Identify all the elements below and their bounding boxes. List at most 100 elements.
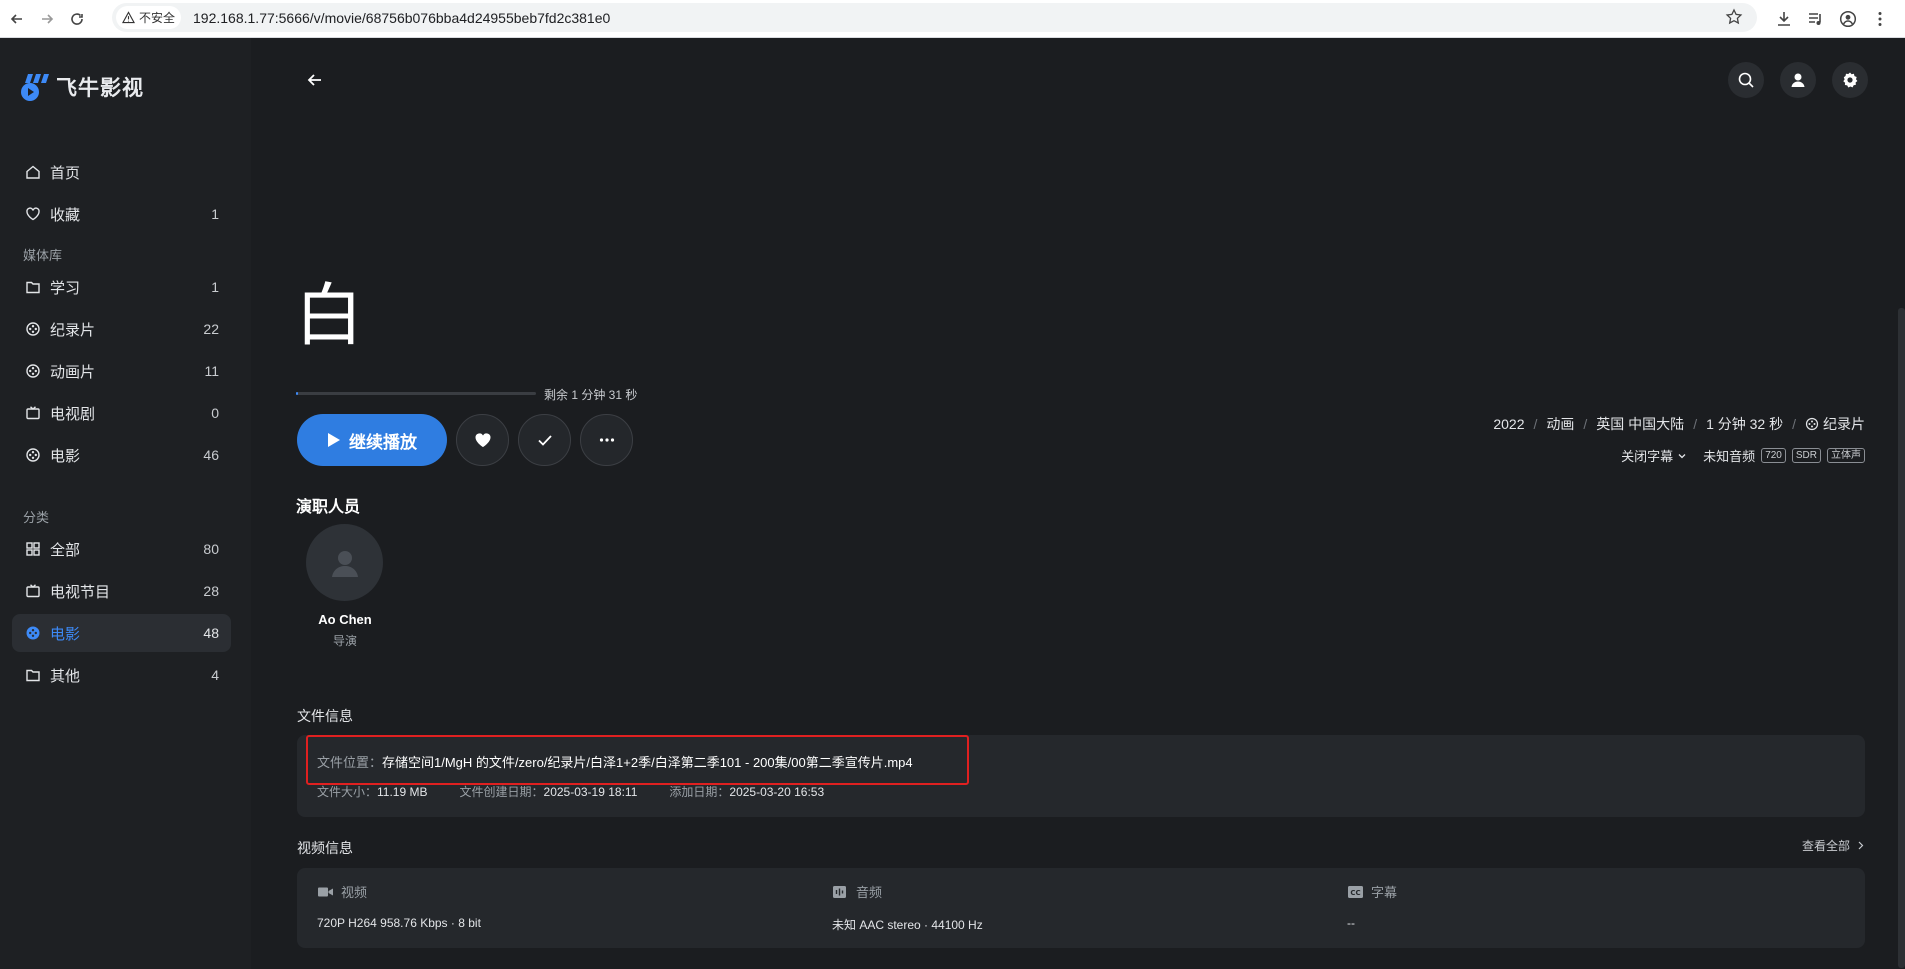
meta-separator: / (1693, 416, 1698, 432)
grid-icon (24, 540, 42, 558)
movie-meta: 2022 / 动画 / 英国 中国大陆 / 1 分钟 32 秒 / 纪录片 (1493, 414, 1865, 434)
file-created-value: 2025-03-19 18:11 (543, 785, 638, 799)
sidebar-item-count: 11 (204, 363, 219, 379)
back-button[interactable] (301, 66, 329, 94)
video-stream-info: 视频 720P H264 958.76 Kbps · 8 bit (317, 882, 481, 930)
video-info-heading: 视频信息 (297, 840, 353, 856)
folder-icon (24, 666, 42, 684)
sidebar-item-home[interactable]: 首页 (12, 153, 231, 191)
audio-value: 未知 AAC stereo · 44100 Hz (832, 918, 983, 932)
address-bar[interactable]: 不安全 192.168.1.77:5666/v/movie/68756b076b… (112, 3, 1757, 32)
app-name: 飞牛影视 (56, 77, 144, 100)
sidebar-item-study[interactable]: 学习 1 (12, 268, 231, 306)
sidebar-item-label: 首页 (50, 164, 81, 182)
play-label: 继续播放 (349, 432, 417, 452)
file-info-heading: 文件信息 (297, 708, 353, 724)
sidebar-item-all[interactable]: 全部 80 (12, 530, 231, 568)
meta-duration: 1 分钟 32 秒 (1706, 416, 1784, 432)
remaining-time: 剩余 1 分钟 31 秒 (544, 388, 638, 402)
audio-channel-badge: 立体声 (1827, 448, 1865, 463)
more-vertical-icon[interactable] (1871, 10, 1889, 28)
file-size-label: 文件大小： (317, 785, 378, 799)
reload-icon[interactable] (64, 6, 90, 32)
check-icon (537, 435, 552, 446)
sidebar-item-other[interactable]: 其他 4 (12, 656, 231, 694)
sidebar-item-animation[interactable]: 动画片 11 (12, 352, 231, 390)
video-info-panel: 视频 720P H264 958.76 Kbps · 8 bit 音频 未知 A… (297, 868, 1865, 948)
page-scrollbar[interactable] (1898, 308, 1905, 968)
film-reel-icon (24, 320, 42, 338)
sidebar-item-label: 电影 (50, 447, 81, 465)
logo-icon (21, 74, 49, 101)
arrow-left-icon (307, 74, 321, 86)
sidebar-item-count: 28 (203, 583, 219, 599)
audio-label: 音频 (856, 885, 883, 900)
security-label: 不安全 (139, 11, 176, 25)
sidebar-item-tv-shows[interactable]: 电视节目 28 (12, 572, 231, 610)
search-icon (1738, 72, 1754, 88)
sidebar-item-count: 48 (203, 625, 219, 641)
annotation-highlight-box (306, 735, 969, 785)
file-size-value: 11.19 MB (377, 785, 428, 799)
sidebar: 飞牛影视 首页 收藏 1 媒体库 学习 1 纪录片 22 动画片 11 电视剧 … (0, 38, 251, 969)
sidebar-item-label: 学习 (50, 279, 81, 297)
settings-button[interactable] (1832, 62, 1868, 98)
download-icon[interactable] (1775, 10, 1793, 28)
meta-regions: 英国 中国大陆 (1596, 416, 1685, 432)
view-all-link[interactable]: 查看全部 (1802, 837, 1865, 854)
subtitle-label: 字幕 (1371, 885, 1398, 900)
video-value: 720P H264 958.76 Kbps · 8 bit (317, 916, 481, 930)
closed-caption-icon: CC (1348, 885, 1363, 898)
sidebar-item-label: 电视节目 (50, 583, 111, 601)
subtitle-value: -- (1347, 916, 1355, 930)
cast-heading: 演职人员 (296, 499, 361, 516)
film-reel-icon (24, 446, 42, 464)
category-section-label: 分类 (23, 510, 50, 525)
sidebar-item-count: 1 (211, 206, 219, 222)
app-logo[interactable]: 飞牛影视 (18, 70, 144, 104)
sidebar-item-documentary[interactable]: 纪录片 22 (12, 310, 231, 348)
search-button[interactable] (1728, 62, 1764, 98)
sidebar-item-movies[interactable]: 电影 48 (12, 614, 231, 652)
sidebar-item-label: 纪录片 (50, 321, 96, 339)
forward-arrow-icon[interactable] (34, 6, 60, 32)
cast-role: 导演 (332, 634, 357, 648)
sidebar-item-tv-series[interactable]: 电视剧 0 (12, 394, 231, 432)
file-added-value: 2025-03-20 16:53 (729, 785, 825, 799)
chevron-down-icon[interactable] (1677, 451, 1687, 461)
library-section-label: 媒体库 (23, 248, 63, 263)
user-button[interactable] (1780, 62, 1816, 98)
video-camera-icon (318, 887, 333, 896)
url-text[interactable]: 192.168.1.77:5666/v/movie/68756b076bba4d… (193, 10, 610, 26)
back-arrow-icon[interactable] (4, 6, 30, 32)
subtitle-stream-info: CC 字幕 -- (1347, 882, 1397, 930)
cast-avatar[interactable] (306, 524, 383, 601)
tv-icon (24, 404, 42, 422)
sidebar-item-favorites[interactable]: 收藏 1 (12, 195, 231, 233)
bookmark-star-icon[interactable] (1725, 8, 1743, 26)
browser-toolbar: 不安全 192.168.1.77:5666/v/movie/68756b076b… (0, 0, 1905, 38)
cast-name[interactable]: Ao Chen (295, 612, 395, 627)
mark-watched-button[interactable] (518, 414, 571, 466)
audio-select[interactable]: 未知音频 (1703, 446, 1755, 465)
media-options: 关闭字幕 未知音频 720 SDR 立体声 (1621, 446, 1865, 465)
favorite-button[interactable] (456, 414, 509, 466)
security-chip[interactable]: 不安全 (116, 6, 182, 29)
profile-icon[interactable] (1839, 10, 1857, 28)
sidebar-item-movies-library[interactable]: 电影 46 (12, 436, 231, 474)
more-options-button[interactable] (580, 414, 633, 466)
sidebar-item-count: 4 (211, 667, 219, 683)
media-queue-icon[interactable] (1807, 10, 1825, 28)
movie-title: 白 (295, 277, 364, 356)
sidebar-item-count: 22 (203, 321, 219, 337)
subtitle-select[interactable]: 关闭字幕 (1621, 446, 1673, 465)
meta-separator: / (1792, 416, 1796, 432)
user-icon (1791, 73, 1805, 87)
sidebar-item-count: 80 (203, 541, 219, 557)
person-placeholder-icon (331, 550, 358, 577)
continue-play-button[interactable]: 继续播放 (297, 414, 447, 466)
sidebar-item-label: 电视剧 (50, 405, 96, 423)
film-reel-icon (24, 362, 42, 380)
meta-genre[interactable]: 动画 (1546, 414, 1574, 434)
meta-library[interactable]: 纪录片 (1823, 414, 1865, 434)
